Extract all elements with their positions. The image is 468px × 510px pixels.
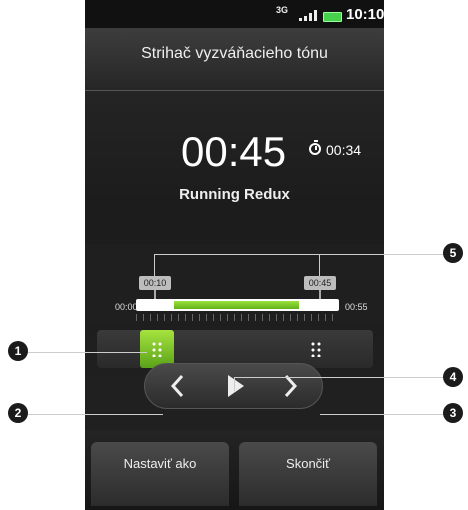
battery-icon	[323, 12, 342, 22]
callout-5: 5	[443, 243, 463, 263]
finish-button[interactable]: Skončiť	[239, 442, 377, 506]
previous-button[interactable]	[154, 363, 202, 409]
page-title: Strihač vyzváňacieho tónu	[141, 45, 328, 62]
track-ticks	[136, 314, 339, 321]
callout-4: 4	[443, 367, 463, 387]
status-bar: 3G 10:10	[85, 0, 384, 28]
next-button[interactable]	[266, 363, 314, 409]
callout-line-2	[27, 414, 163, 415]
timer-icon	[309, 140, 321, 155]
chevron-left-icon	[170, 374, 184, 398]
chevron-right-icon	[284, 374, 298, 398]
callout-3: 3	[443, 403, 463, 423]
current-time: 00:45	[181, 128, 287, 175]
callout-line-5	[154, 254, 444, 255]
set-as-button[interactable]: Nastaviť ako	[91, 442, 229, 506]
track-end-time: 00:55	[345, 302, 368, 312]
signal-icon	[297, 9, 319, 21]
network-indicator: 3G	[276, 5, 289, 15]
track-start-time: 00:00	[115, 302, 138, 312]
phone-screen: 3G 10:10 Strihač vyzváňacieho tónu 00:45…	[85, 0, 384, 510]
callout-line-4	[234, 377, 444, 378]
callout-1: 1	[8, 341, 28, 361]
start-marker-label: 00:10	[139, 276, 171, 290]
grip-icon	[310, 341, 322, 357]
callout-line-5-drop-b	[319, 254, 320, 276]
callout-line-1	[27, 352, 147, 353]
grip-icon	[151, 341, 163, 357]
status-time: 10:10	[346, 6, 384, 23]
song-title: Running Redux	[179, 186, 290, 203]
end-marker-label: 00:45	[304, 276, 336, 290]
duration-label: 00:34	[326, 142, 362, 158]
callout-line-5-drop-a	[154, 254, 155, 276]
callout-2: 2	[8, 403, 28, 423]
callout-line-4-drop	[234, 377, 235, 391]
selected-range	[174, 301, 299, 309]
callout-line-3	[320, 414, 444, 415]
